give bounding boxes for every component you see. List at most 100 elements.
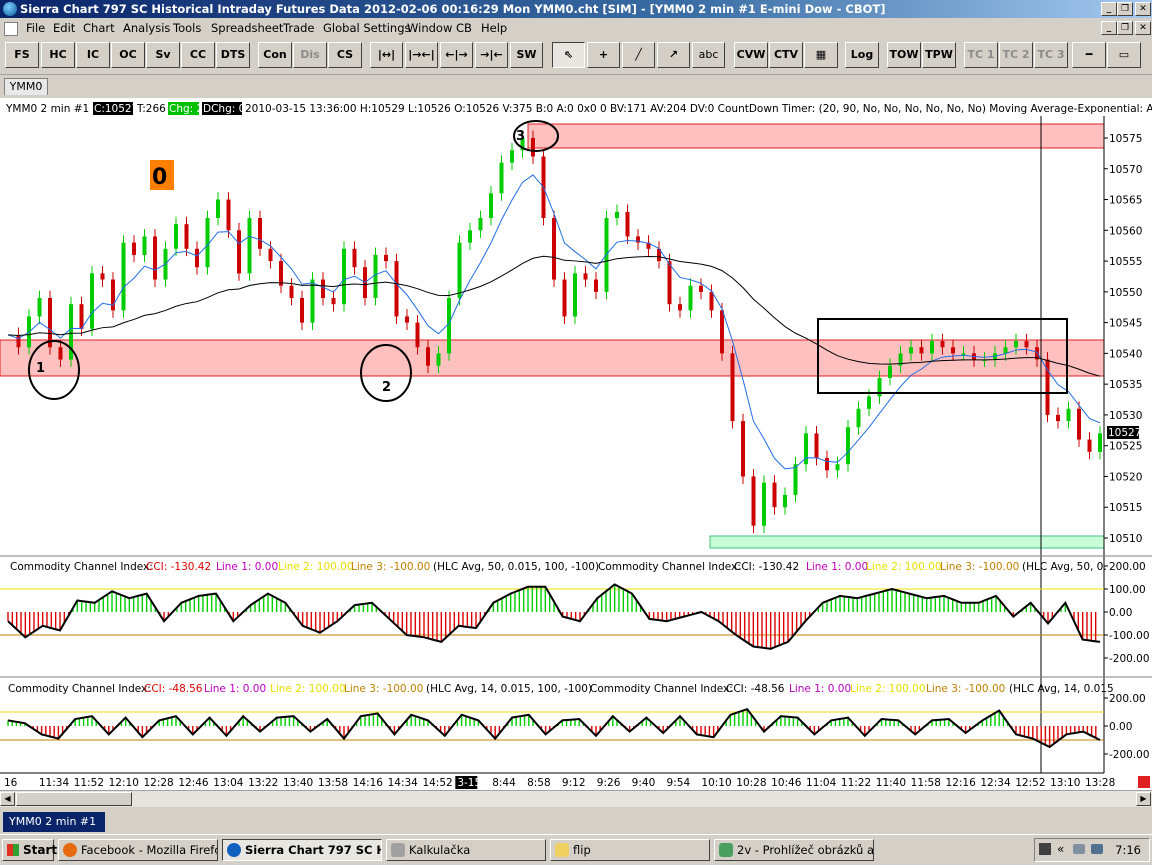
con-button[interactable]: Con [258,42,292,68]
crosshair-icon[interactable]: + [587,42,620,68]
time-tick-label: 10:10 [701,777,731,789]
candle-body [678,304,682,311]
close-button[interactable]: ✕ [1135,2,1151,16]
ic-button[interactable]: IC [76,42,110,68]
keyboard-layout-icon[interactable] [1039,843,1051,855]
restore-button[interactable]: ❐ [1117,2,1133,16]
menu-help[interactable]: Help [481,21,507,35]
menu-tools[interactable]: Tools [173,21,201,35]
menu-analysis[interactable]: Analysis [123,21,170,35]
candle-body [16,334,21,348]
pointer-icon[interactable]: ⇖ [552,42,585,68]
candle-body [195,248,199,268]
chart-canvas[interactable]: YMM0 2 min #1 C:10527 T:266 Chg: 2 DChg:… [0,98,1152,790]
ray-draw-icon[interactable]: ↗ [657,42,690,68]
clock[interactable]: 7:16 [1115,843,1141,857]
resistance-zone[interactable] [527,123,1105,149]
folder-icon [555,843,569,857]
cci2-header: Commodity Channel Index: CCI: -48.56 Lin… [8,683,1114,695]
taskbar-item-firefox[interactable]: Facebook - Mozilla Firefox [58,839,218,861]
horizontal-scrollbar[interactable]: ◀ ▶ [0,790,1152,807]
compress-horizontal-icon[interactable]: |→←| [405,42,438,68]
menu-file[interactable]: File [26,21,45,35]
tpo-grid-icon[interactable]: ▦ [804,42,838,68]
sw-button[interactable]: SW [510,42,543,68]
support-resistance-zone[interactable] [0,339,1105,377]
candle-body [331,298,336,305]
candle-body [268,248,273,262]
chart-tab-ymm0[interactable]: YMM0 [4,78,48,95]
tc3-button[interactable]: TC 3 [1034,42,1068,68]
child-restore-button[interactable]: ❐ [1117,21,1133,35]
menu-trade[interactable]: Trade [283,21,315,35]
chart-area[interactable]: YMM0 2 min #1 C:10527 T:266 Chg: 2 DChg:… [0,98,1152,790]
cci2-line3-repeat: Line 3: -100.00 [926,683,1005,695]
menu-global-settings[interactable]: Global Settings [323,21,411,35]
tpw-button[interactable]: TPW [922,42,956,68]
time-tick-label: 12:16 [946,777,977,789]
oc-button[interactable]: OC [111,42,145,68]
candle-body [751,476,756,526]
dts-button[interactable]: DTS [216,42,250,68]
volume-icon[interactable] [1091,844,1103,854]
time-tick-label: 12:10 [109,777,139,789]
time-tick-label: 9:40 [632,777,656,789]
window-tab-ymm0[interactable]: YMM0 2 min #1 [3,812,105,832]
cci-tick-label: 100.00 [1109,584,1146,596]
info-ticks: T:266 [136,103,166,115]
cc-button[interactable]: CC [181,42,215,68]
tc2-button[interactable]: TC 2 [999,42,1033,68]
network-icon[interactable] [1073,844,1085,854]
scroll-right-icon[interactable]: ▶ [1136,792,1151,806]
candle-body [856,408,861,428]
support-zone[interactable] [709,535,1105,549]
candle-body [909,347,913,354]
line-draw-icon[interactable]: ╱ [622,42,655,68]
candle-body [919,347,924,354]
candle-body [384,254,388,262]
taskbar-item-label: flip [573,843,591,857]
start-button[interactable]: Start [2,839,57,861]
taskbar-item-sierra-chart[interactable]: Sierra Chart 797 SC Hi... [222,839,382,861]
circle-label-3: 3 [516,129,525,144]
spread-bars-icon[interactable]: ←|→ [440,42,473,68]
text-tool-button[interactable]: abc [692,42,725,68]
dis-button[interactable]: Dis [293,42,327,68]
sv-button[interactable]: Sv [146,42,180,68]
menu-spreadsheet[interactable]: Spreadsheet [211,21,283,35]
rectangle-tool-icon[interactable]: ▭ [1107,42,1141,68]
shrink-bars-icon[interactable]: →|← [475,42,508,68]
expand-horizontal-icon[interactable]: |↔| [370,42,403,68]
taskbar-item-image-viewer[interactable]: 2v - Prohlížeč obrázků a ... [714,839,874,861]
hc-button[interactable]: HC [41,42,75,68]
time-tick-label: 11:34 [39,777,70,789]
menu-window[interactable]: Window [407,21,452,35]
time-tick-label: 9:26 [597,777,621,789]
minimize-button[interactable]: _ [1101,2,1117,16]
cci1-histogram [7,584,1097,649]
child-close-button[interactable]: ✕ [1135,21,1151,35]
ctv-button[interactable]: CTV [769,42,803,68]
taskbar-item-calculator[interactable]: Kalkulačka [386,839,546,861]
line-style-icon[interactable]: ━ [1072,42,1106,68]
candle-body [835,464,840,471]
candle-body [258,218,262,249]
cci1-header: Commodity Channel Index: CCI: -130.42 Li… [10,561,1107,573]
tc1-button[interactable]: TC 1 [964,42,998,68]
cvw-button[interactable]: CVW [734,42,768,68]
taskbar-item-flip[interactable]: flip [550,839,710,861]
scroll-left-icon[interactable]: ◀ [0,792,15,806]
fs-button[interactable]: FS [5,42,39,68]
tow-button[interactable]: TOW [887,42,921,68]
scroll-thumb[interactable] [16,792,132,806]
menu-chart[interactable]: Chart [83,21,115,35]
scroll-end-marker[interactable] [1138,776,1150,788]
menu-edit[interactable]: Edit [53,21,75,35]
cci-tick-label: 200.00 [1109,693,1146,705]
child-minimize-button[interactable]: _ [1101,21,1117,35]
menu-cb[interactable]: CB [456,21,472,35]
tray-expand-icon[interactable]: « [1057,842,1064,856]
cs-button[interactable]: CS [328,42,362,68]
log-button[interactable]: Log [845,42,879,68]
chart-doc-icon[interactable] [4,22,18,36]
